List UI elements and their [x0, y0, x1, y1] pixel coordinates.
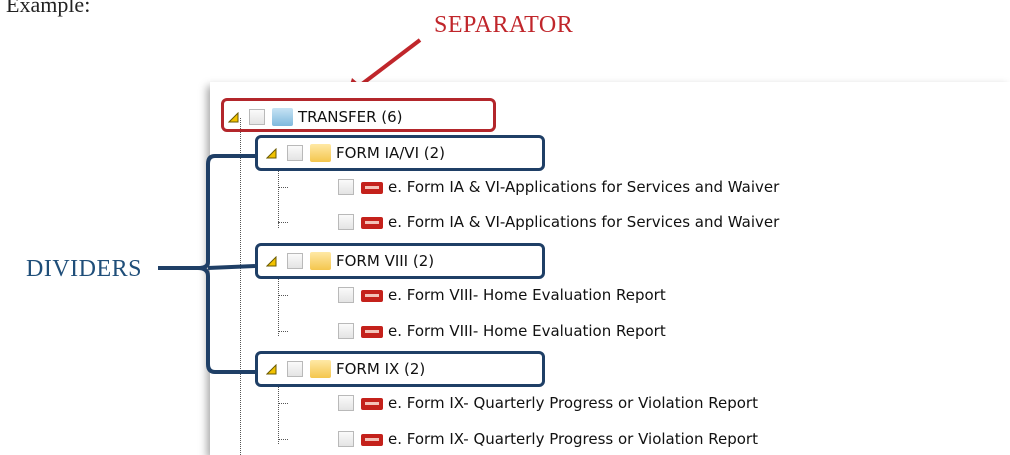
- dividers-annotation: DIVIDERS: [26, 256, 142, 282]
- pdf-icon: [361, 398, 383, 410]
- tree-guide-line: [278, 331, 288, 332]
- tree-node-document[interactable]: e. Form VIII- Home Evaluation Report: [338, 320, 666, 342]
- separator-annotation: SEPARATOR: [434, 12, 574, 38]
- divider-highlight-box: [255, 243, 545, 279]
- node-checkbox[interactable]: [338, 179, 354, 195]
- tree-guide-line: [278, 403, 288, 404]
- divider-highlight-box: [255, 351, 545, 387]
- document-label: e. Form IX- Quarterly Progress or Violat…: [388, 430, 758, 448]
- tree-guide-line: [278, 295, 288, 296]
- tree-guide-line: [278, 168, 279, 228]
- node-checkbox[interactable]: [338, 214, 354, 230]
- node-checkbox[interactable]: [338, 287, 354, 303]
- separator-highlight-box: [221, 98, 496, 132]
- tree-guide-line: [278, 439, 288, 440]
- example-heading: Example:: [6, 0, 91, 17]
- tree-node-document[interactable]: e. Form IX- Quarterly Progress or Violat…: [338, 428, 758, 450]
- tree-guide-line: [278, 222, 288, 223]
- tree-guide-line: [240, 118, 241, 455]
- pdf-icon: [361, 434, 383, 446]
- tree-guide-line: [278, 276, 279, 336]
- tree-guide-line: [278, 187, 288, 188]
- node-checkbox[interactable]: [338, 395, 354, 411]
- tree-guide-line: [278, 384, 279, 444]
- pdf-icon: [361, 217, 383, 229]
- pdf-icon: [361, 326, 383, 338]
- document-label: e. Form VIII- Home Evaluation Report: [388, 286, 666, 304]
- pdf-icon: [361, 290, 383, 302]
- node-checkbox[interactable]: [338, 323, 354, 339]
- tree-node-document[interactable]: e. Form IA & VI-Applications for Service…: [338, 176, 779, 198]
- document-label: e. Form IA & VI-Applications for Service…: [388, 213, 780, 231]
- node-checkbox[interactable]: [338, 431, 354, 447]
- document-label: e. Form IA & VI-Applications for Service…: [388, 178, 780, 196]
- tree-node-document[interactable]: e. Form VIII- Home Evaluation Report: [338, 284, 666, 306]
- divider-highlight-box: [255, 135, 545, 171]
- pdf-icon: [361, 182, 383, 194]
- tree-node-document[interactable]: e. Form IX- Quarterly Progress or Violat…: [338, 392, 758, 414]
- document-label: e. Form IX- Quarterly Progress or Violat…: [388, 394, 758, 412]
- document-label: e. Form VIII- Home Evaluation Report: [388, 322, 666, 340]
- tree-node-document[interactable]: e. Form IA & VI-Applications for Service…: [338, 211, 779, 233]
